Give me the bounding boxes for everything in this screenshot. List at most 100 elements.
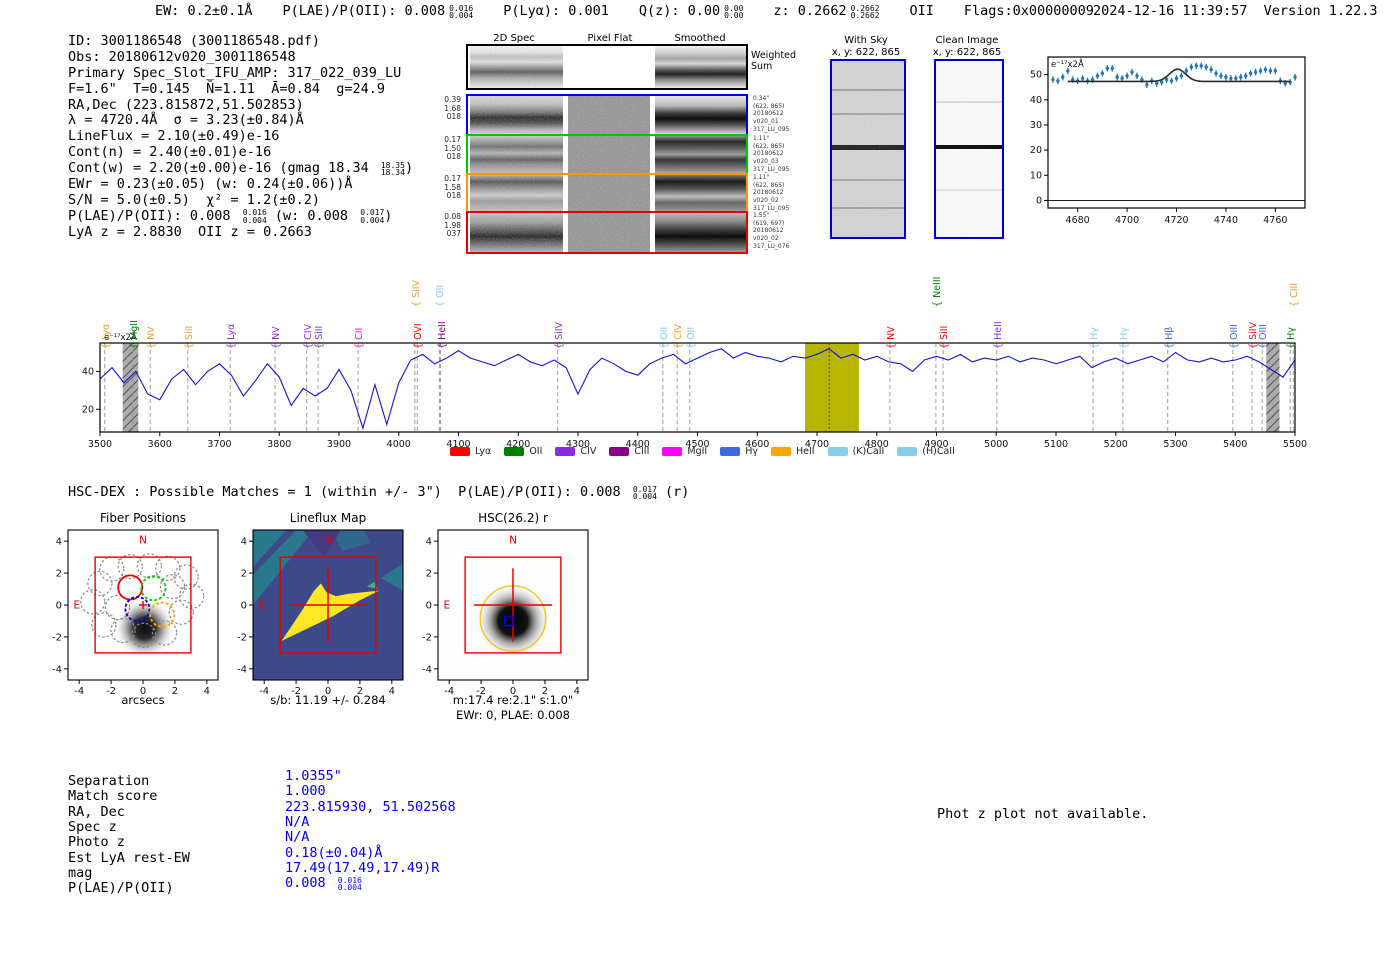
- line-marker: { Lyα: [101, 324, 112, 349]
- legend-label: (K)CaII: [853, 446, 885, 457]
- svg-text:4740: 4740: [1214, 215, 1238, 226]
- svg-text:E: E: [258, 600, 265, 612]
- elixer-report-page: EW: 0.2±0.1Å P(LAE)/P(OII): 0.0080.0160.0…: [0, 0, 1400, 953]
- hsc-cutout-panel: -4-4-2-2002244NE: [420, 526, 605, 698]
- svg-text:-2: -2: [52, 632, 62, 643]
- svg-text:4: 4: [241, 537, 247, 548]
- stacked-uncertainty: 0.0160.004: [243, 209, 267, 224]
- legend-item: (H)CaII: [897, 446, 955, 457]
- info-line: S/N = 5.0(±0.5) χ² = 1.2(±0.2): [68, 193, 413, 209]
- line-marker: { OII: [659, 327, 670, 349]
- stacked-uncertainty: 0.000.00: [724, 5, 743, 20]
- header-item: Flags:0x00000009: [964, 3, 1094, 20]
- line-marker: { CIV: [303, 324, 314, 349]
- svg-text:e⁻¹⁷x2Å: e⁻¹⁷x2Å: [1051, 58, 1084, 70]
- fiber-positions-title: Fiber Positions: [58, 511, 228, 525]
- legend-item: CIII: [609, 446, 649, 457]
- legend-swatch: [720, 447, 740, 456]
- hsc-cutout-title: HSC(26.2) r: [428, 511, 598, 525]
- svg-text:4760: 4760: [1263, 215, 1287, 226]
- svg-text:0: 0: [241, 601, 247, 612]
- stacked-uncertainty: 18.3518.34: [381, 162, 405, 177]
- legend-item: (K)CaII: [828, 446, 885, 457]
- match-row-label: RA, Dec: [68, 804, 125, 820]
- svg-text:E: E: [443, 600, 450, 612]
- stacked-uncertainty: 0.26620.2662: [851, 5, 880, 20]
- lineflux-map-title: Lineflux Map: [243, 511, 413, 525]
- info-line: LineFlux = 2.10(±0.49)e-16: [68, 129, 413, 145]
- line-marker: { SiII: [314, 326, 325, 349]
- header-item: P(LAE)/P(OII): 0.0080.0160.004: [283, 3, 474, 20]
- header-item: OII: [909, 3, 933, 20]
- line-marker: { NV: [886, 326, 897, 349]
- legend-label: (H)CaII: [922, 446, 955, 457]
- svg-text:40: 40: [82, 366, 94, 377]
- stacked-uncertainty: 0.0170.004: [360, 209, 384, 224]
- match-row-label: Separation: [68, 773, 149, 789]
- line-marker: { OII: [686, 327, 697, 349]
- stacked-uncertainty: 0.0160.004: [338, 877, 362, 892]
- info-line: P(LAE)/P(OII): 0.008 0.0160.004 (w: 0.00…: [68, 209, 413, 225]
- svg-text:-4: -4: [422, 664, 432, 675]
- header-item: EW: 0.2±0.1Å: [155, 3, 253, 20]
- svg-text:40: 40: [1030, 95, 1042, 106]
- spec2d-cell-pixelflat: [568, 136, 650, 174]
- match-row-value: N/A: [285, 829, 309, 845]
- svg-text:0: 0: [56, 601, 62, 612]
- svg-text:-2: -2: [422, 632, 432, 643]
- with-sky-image: [830, 59, 906, 239]
- spec2d-cell-2dspec: [470, 136, 563, 174]
- weighted-sum-label: Weighted Sum: [751, 50, 796, 72]
- svg-text:50: 50: [1030, 70, 1042, 81]
- svg-text:4680: 4680: [1066, 215, 1090, 226]
- svg-text:5200: 5200: [1104, 439, 1128, 450]
- line-marker: { CIII: [1289, 283, 1300, 307]
- lineflux-map-panel: -4-4-2-2002244NE: [235, 526, 420, 698]
- line-marker: { SiII: [939, 326, 950, 349]
- svg-text:-4: -4: [237, 664, 247, 675]
- svg-text:0: 0: [1036, 195, 1042, 206]
- info-line: Primary Spec_Slot_IFU_AMP: 317_022_039_L…: [68, 66, 413, 82]
- line-marker: { NeIII: [932, 277, 943, 307]
- spec2d-cell-smoothed: [655, 96, 746, 135]
- svg-text:3600: 3600: [148, 439, 172, 450]
- match-row-label: Est LyA rest-EW: [68, 850, 190, 866]
- match-row-label: P(LAE)/P(OII): [68, 880, 174, 896]
- spec2d-row-annotation: 1.11"(622, 865)20180612v020_03317_LU_095: [753, 135, 805, 174]
- line-fit-plot: 4680470047204740476001020304050e⁻¹⁷x2Å: [1020, 50, 1360, 235]
- info-line: ID: 3001186548 (3001186548.pdf): [68, 34, 413, 50]
- legend-swatch: [504, 447, 524, 456]
- svg-text:E: E: [73, 600, 80, 612]
- version-timestamp: 2024-12-16 11:39:57 Version 1.22.3: [1093, 3, 1377, 19]
- match-row-value: 0.18(±0.04)Å: [285, 845, 383, 861]
- weighted-smoothed-image: [655, 46, 746, 88]
- match-row-label: Match score: [68, 788, 157, 804]
- match-row-value: 17.49(17.49,17.49)R: [285, 860, 439, 876]
- line-marker: { NV: [271, 326, 282, 349]
- legend-swatch: [771, 447, 791, 456]
- legend-swatch: [662, 447, 682, 456]
- match-row-value: N/A: [285, 814, 309, 830]
- spectrum-legend: LyαOIICIVCIIIMgIIHγHeII(K)CaII(H)CaII: [450, 446, 955, 457]
- legend-swatch: [609, 447, 629, 456]
- svg-text:20: 20: [1030, 145, 1042, 156]
- svg-text:5500: 5500: [1283, 439, 1307, 450]
- line-marker: { Hγ: [1286, 327, 1297, 349]
- svg-text:3900: 3900: [327, 439, 351, 450]
- svg-text:20: 20: [82, 404, 94, 415]
- hsc-cutout-xlabel2: EWr: 0, PLAE: 0.008: [418, 708, 608, 722]
- svg-text:4700: 4700: [1115, 215, 1139, 226]
- svg-text:5300: 5300: [1163, 439, 1187, 450]
- line-marker: { Hγ: [1089, 327, 1100, 349]
- svg-text:N: N: [509, 535, 517, 547]
- info-line: EWr = 0.23(±0.05) (w: 0.24(±0.06))Å: [68, 177, 413, 193]
- spec2d-cell-smoothed: [655, 213, 746, 252]
- info-line: Obs: 20180612v020_3001186548: [68, 50, 413, 66]
- svg-text:3500: 3500: [88, 439, 112, 450]
- spec2d-row-annotation: 0.34"(622, 865)20180612v020_01317_LU_095: [753, 95, 805, 134]
- fiber-positions-xlabel: arcsecs: [48, 693, 238, 707]
- spec2d-row: [466, 134, 748, 176]
- spec2d-row-annotation: 1.55"(619, 697)20180612v020_02317_LU_076: [753, 212, 805, 251]
- spec2d-cell-2dspec: [470, 213, 563, 252]
- svg-text:2: 2: [241, 569, 247, 580]
